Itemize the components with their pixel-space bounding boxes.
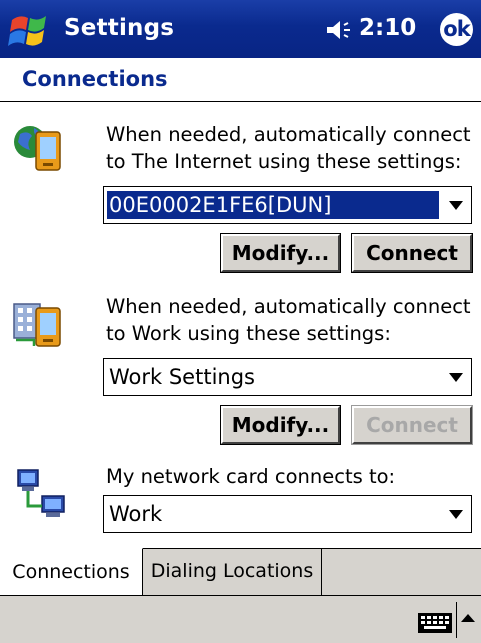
chevron-down-icon[interactable] xyxy=(449,373,463,382)
internet-connect-button[interactable]: Connect xyxy=(351,233,473,273)
network-card-value: Work xyxy=(109,502,163,526)
work-settings-value: Work Settings xyxy=(109,365,255,389)
globe-pda-icon xyxy=(14,126,61,171)
menu-bar xyxy=(0,596,481,643)
internet-settings-value: 00E0002E1FE6[DUN] xyxy=(107,191,439,219)
work-settings-dropdown[interactable]: Work Settings xyxy=(103,358,472,396)
work-description: When needed, automatically connect to Wo… xyxy=(106,295,471,345)
tab-strip: Connections Dialing Locations xyxy=(0,548,481,595)
chevron-down-icon[interactable] xyxy=(449,201,463,210)
keyboard-icon[interactable] xyxy=(418,613,452,633)
header-divider xyxy=(0,101,481,102)
sip-arrow-icon[interactable] xyxy=(461,614,475,622)
windows-flag-icon[interactable] xyxy=(6,8,54,52)
chevron-down-icon[interactable] xyxy=(449,510,463,519)
title-bar: Settings 2:10 ok xyxy=(0,0,481,58)
network-computers-icon xyxy=(17,469,65,517)
internet-settings-dropdown[interactable]: 00E0002E1FE6[DUN] xyxy=(103,186,472,224)
window-title: Settings xyxy=(64,15,175,41)
work-connect-button: Connect xyxy=(351,405,473,445)
sip-divider xyxy=(456,602,457,638)
building-pda-icon xyxy=(13,303,61,347)
speaker-icon[interactable] xyxy=(325,18,355,42)
page-title: Connections xyxy=(22,67,168,91)
tab-connections[interactable]: Connections xyxy=(0,548,143,595)
internet-description: When needed, automatically connect to Th… xyxy=(106,123,471,173)
clock[interactable]: 2:10 xyxy=(359,15,416,41)
tab-dialing-locations[interactable]: Dialing Locations xyxy=(143,548,322,595)
network-card-dropdown[interactable]: Work xyxy=(103,495,472,533)
internet-modify-button[interactable]: Modify... xyxy=(220,233,341,273)
network-card-description: My network card connects to: xyxy=(106,465,396,488)
work-modify-button[interactable]: Modify... xyxy=(220,405,341,445)
ok-button[interactable]: ok xyxy=(440,13,473,46)
